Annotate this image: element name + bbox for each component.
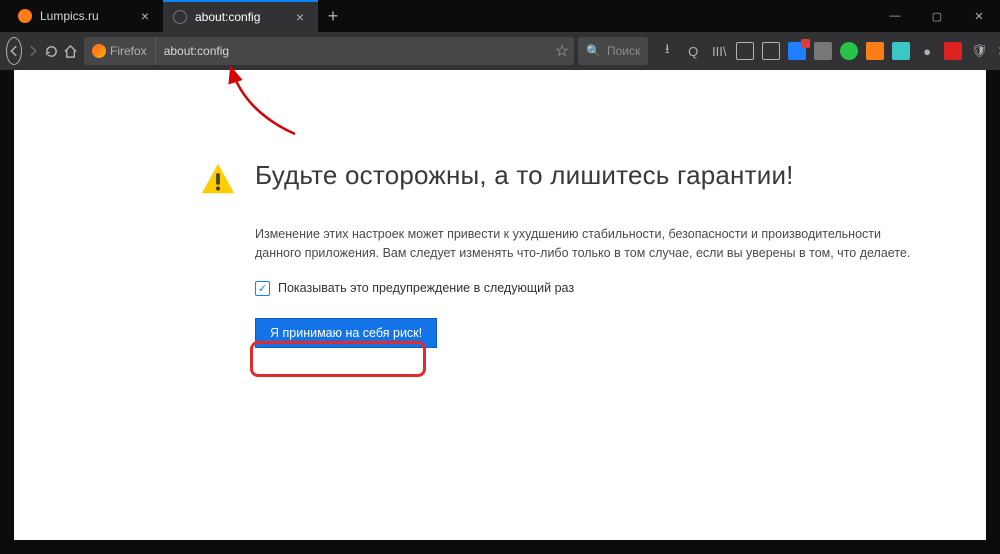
- forward-button[interactable]: [26, 36, 40, 66]
- warning-title: Будьте осторожны, а то лишитесь гарантии…: [255, 160, 794, 191]
- extension-blue-icon[interactable]: [788, 42, 806, 60]
- nav-bar: Firefox ☆ 🔍 Поиск ⭳ Q III\ ● 🛡 ≫: [0, 32, 1000, 70]
- show-warning-checkbox[interactable]: ✓: [255, 281, 270, 296]
- window-controls: — ▢ ✕: [874, 0, 1000, 32]
- close-tab-icon[interactable]: ×: [137, 8, 153, 24]
- arrow-right-icon: [26, 44, 40, 58]
- search-toolbar-icon[interactable]: Q: [684, 42, 702, 60]
- maximize-button[interactable]: ▢: [916, 0, 958, 32]
- tab-label: Lumpics.ru: [40, 9, 137, 23]
- minimize-button[interactable]: —: [874, 0, 916, 32]
- new-tab-button[interactable]: +: [318, 1, 348, 31]
- search-icon: 🔍: [586, 44, 601, 58]
- checkbox-label: Показывать это предупреждение в следующи…: [278, 281, 574, 295]
- identity-box[interactable]: Firefox: [84, 37, 156, 65]
- firefox-logo-icon: [92, 44, 106, 58]
- tab-favicon: [173, 10, 187, 24]
- warning-panel: Будьте осторожны, а то лишитесь гарантии…: [199, 160, 926, 348]
- extension-dot-icon[interactable]: ●: [918, 42, 936, 60]
- home-icon: [63, 44, 78, 59]
- extension-green-icon[interactable]: [840, 42, 858, 60]
- back-button[interactable]: [6, 37, 22, 65]
- sidebar-icon[interactable]: [736, 42, 754, 60]
- reload-icon: [44, 44, 59, 59]
- extension-grey-icon[interactable]: [814, 42, 832, 60]
- overflow-icon[interactable]: ≫: [996, 42, 1000, 60]
- extension-cyan-icon[interactable]: [892, 42, 910, 60]
- url-input[interactable]: [156, 44, 550, 58]
- shield-icon[interactable]: 🛡: [970, 42, 988, 60]
- home-button[interactable]: [63, 36, 78, 66]
- url-bar[interactable]: Firefox ☆: [84, 37, 574, 65]
- warning-body: Изменение этих настроек может привести к…: [255, 225, 926, 263]
- close-tab-icon[interactable]: ×: [292, 9, 308, 25]
- toolbar-icons: ⭳ Q III\ ● 🛡 ≫: [658, 42, 1000, 60]
- tab-label: about:config: [195, 10, 292, 24]
- reload-button[interactable]: [44, 36, 59, 66]
- warning-icon: [199, 160, 237, 203]
- tab-lumpics[interactable]: Lumpics.ru ×: [8, 0, 163, 32]
- download-icon[interactable]: ⭳: [658, 42, 676, 60]
- accept-risk-button[interactable]: Я принимаю на себя риск!: [255, 318, 437, 348]
- extension-orange-icon[interactable]: [866, 42, 884, 60]
- identity-label: Firefox: [110, 44, 147, 58]
- tab-aboutconfig[interactable]: about:config ×: [163, 0, 318, 32]
- tab-bar: Lumpics.ru × about:config × + — ▢ ✕: [0, 0, 1000, 32]
- search-bar[interactable]: 🔍 Поиск: [578, 37, 648, 65]
- search-placeholder: Поиск: [607, 44, 640, 58]
- arrow-left-icon: [7, 44, 21, 58]
- extension-icon[interactable]: [762, 42, 780, 60]
- close-window-button[interactable]: ✕: [958, 0, 1000, 32]
- extension-red-icon[interactable]: [944, 42, 962, 60]
- tab-favicon: [18, 9, 32, 23]
- content-viewport: Будьте осторожны, а то лишитесь гарантии…: [14, 70, 986, 540]
- bookmark-star-icon[interactable]: ☆: [550, 41, 574, 61]
- library-icon[interactable]: III\: [710, 42, 728, 60]
